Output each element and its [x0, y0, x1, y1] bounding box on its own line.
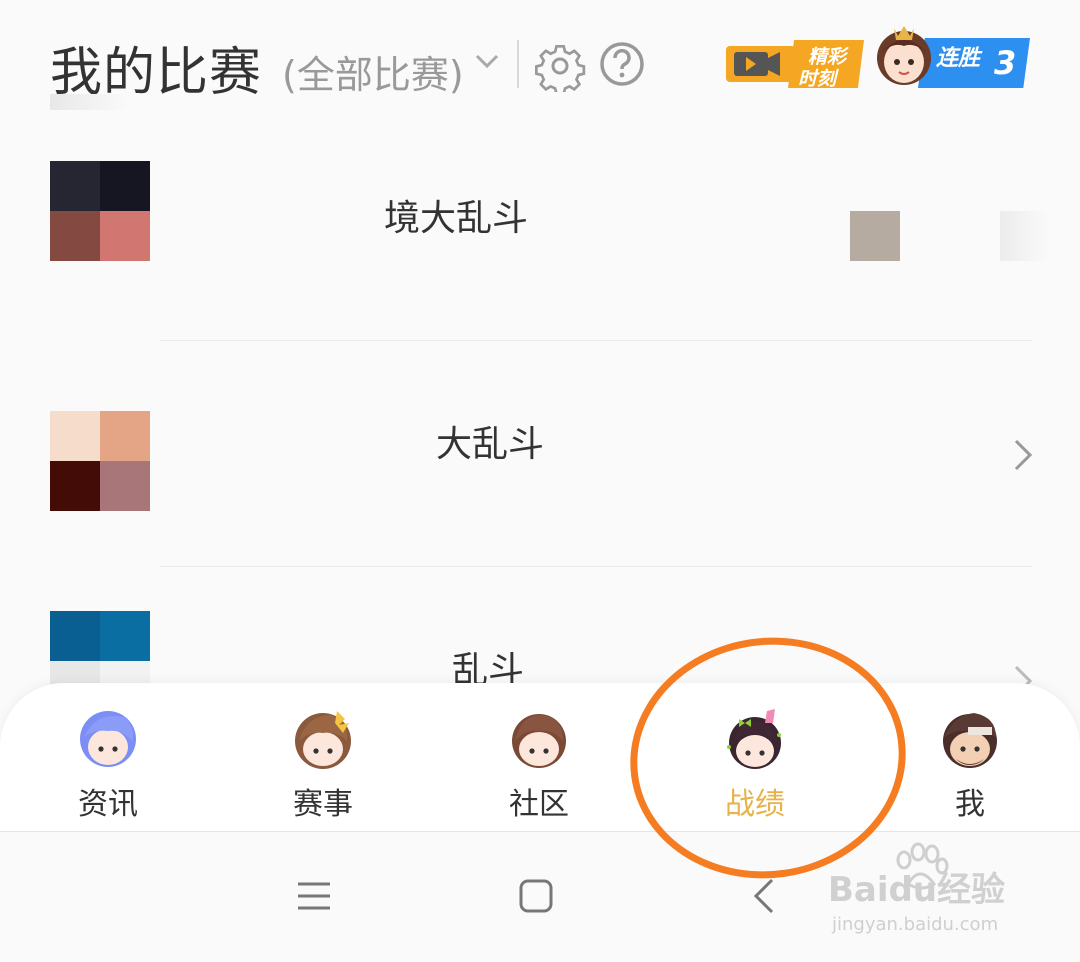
result-thumb-faded	[1000, 211, 1050, 261]
tab-events[interactable]: 赛事	[263, 683, 383, 831]
match-row[interactable]: 境大乱斗	[0, 115, 1080, 340]
tab-me[interactable]: 我	[910, 683, 1030, 831]
news-avatar-icon	[80, 711, 136, 767]
tab-label: 我	[955, 787, 985, 822]
header-divider	[517, 40, 519, 88]
streak-count: 3	[994, 44, 1017, 82]
me-avatar-icon	[943, 713, 997, 768]
match-row[interactable]: 大乱斗	[0, 341, 1080, 566]
team-avatar	[50, 161, 150, 261]
menu-lines-icon[interactable]	[294, 876, 334, 916]
win-streak-badge[interactable]: 连胜 3	[870, 22, 1032, 92]
tab-news[interactable]: 资讯	[48, 683, 168, 831]
tab-community[interactable]: 社区	[479, 683, 599, 831]
tab-label: 资讯	[78, 787, 138, 822]
highlights-banner[interactable]: 精彩 时刻	[726, 38, 864, 90]
community-avatar-icon	[512, 714, 566, 768]
bottom-tab-bar: 资讯 赛事 社区 战绩 我	[0, 683, 1080, 831]
back-chevron-icon[interactable]	[746, 876, 786, 916]
chevron-down-icon[interactable]	[472, 46, 502, 76]
highlights-label-bg: 精彩 时刻	[788, 40, 864, 88]
result-thumb	[850, 211, 900, 261]
highlights-line2: 时刻	[798, 68, 837, 90]
watermark-brand: Baidu经验	[828, 870, 1006, 910]
records-avatar-icon	[727, 709, 781, 769]
match-mode-name: 大乱斗	[436, 424, 545, 465]
tab-label: 社区	[509, 787, 569, 822]
hero-avatar-icon	[877, 26, 931, 85]
events-avatar-icon	[295, 711, 351, 769]
team-avatar	[50, 411, 150, 511]
chevron-right-icon[interactable]	[1010, 435, 1036, 475]
streak-label: 连胜	[936, 46, 981, 71]
gear-icon[interactable]	[534, 40, 586, 92]
baidu-watermark: Baidu经验 jingyan.baidu.com	[828, 842, 1028, 942]
tab-label: 战绩	[725, 787, 785, 822]
question-circle-icon[interactable]	[598, 40, 646, 88]
header-fade	[50, 94, 130, 110]
tab-label: 赛事	[293, 787, 353, 822]
watermark-url: jingyan.baidu.com	[832, 914, 999, 935]
top-header: 我的比赛 (全部比赛) 精彩 时刻 连胜 3	[0, 0, 1080, 130]
match-mode-name: 境大乱斗	[384, 198, 529, 239]
home-square-icon[interactable]	[516, 876, 556, 916]
match-filter-dropdown[interactable]: (全部比赛)	[282, 44, 464, 99]
video-camera-icon	[726, 46, 796, 82]
tab-records[interactable]: 战绩	[695, 683, 815, 831]
